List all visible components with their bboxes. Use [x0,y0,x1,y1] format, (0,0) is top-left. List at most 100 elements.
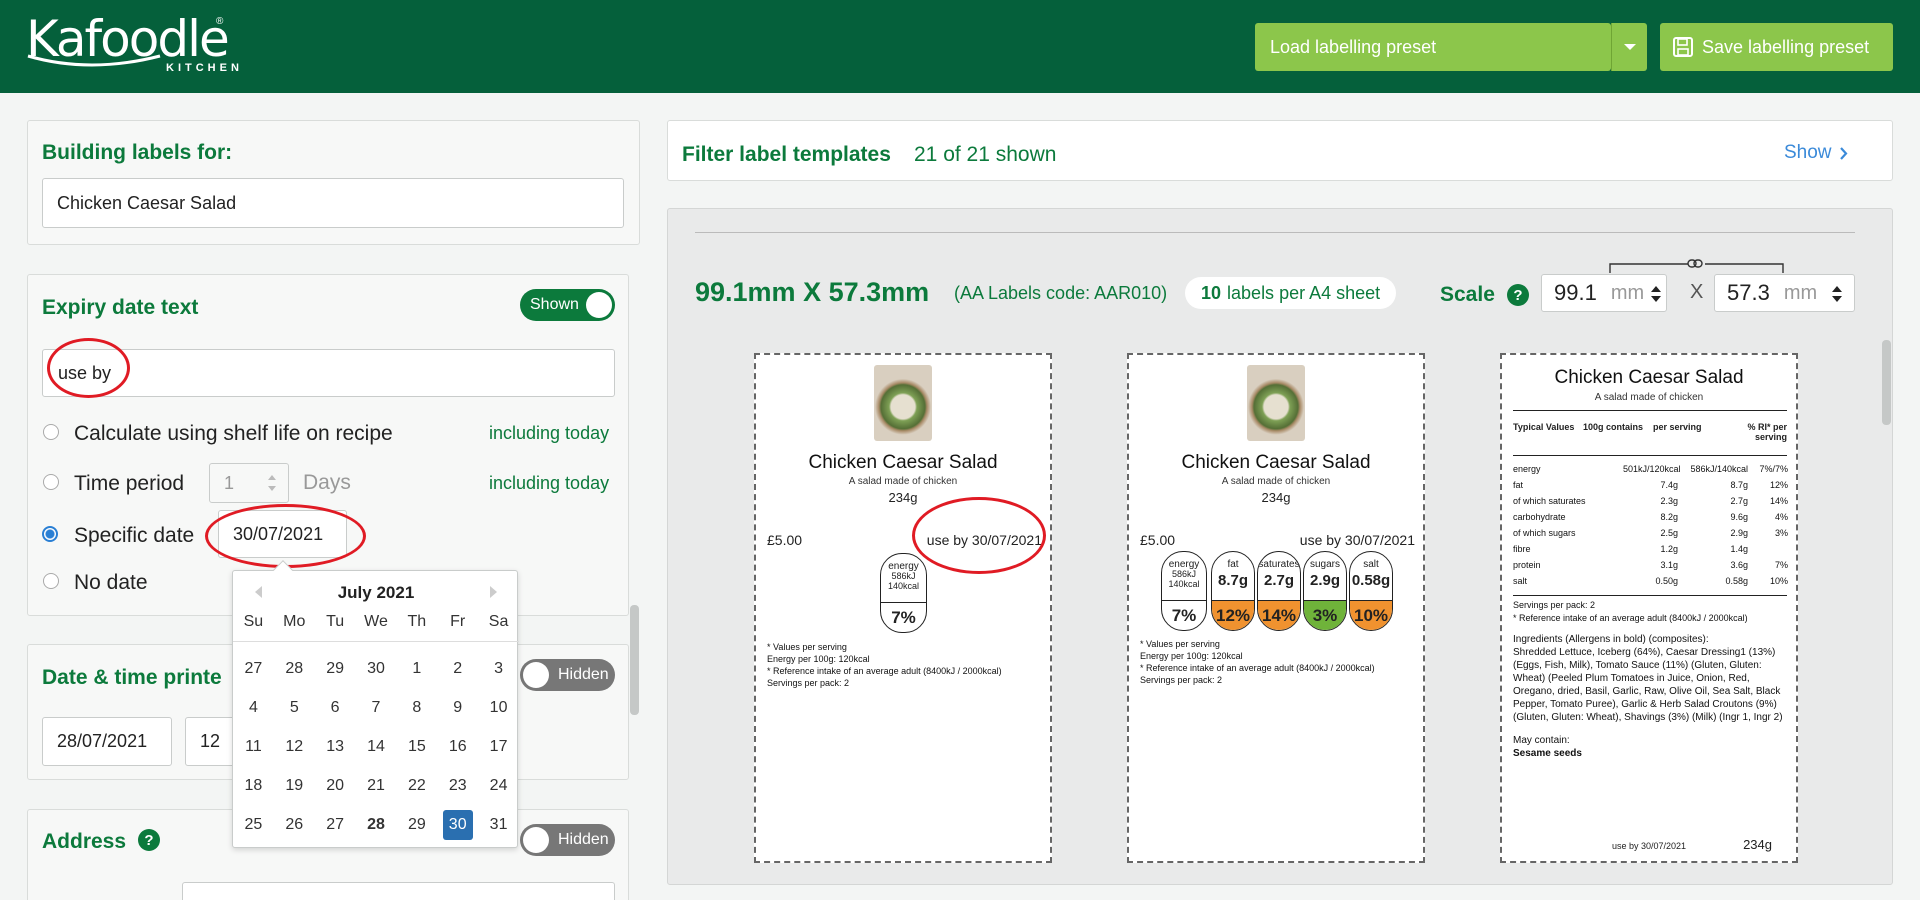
calendar-day[interactable]: 28 [356,805,397,844]
calendar-day-number: 11 [245,737,262,755]
label-template-2[interactable]: Chicken Caesar Salad A salad made of chi… [1127,353,1425,863]
radio-no-date[interactable] [43,573,59,589]
label-recipe-desc: A salad made of chicken [848,476,958,487]
calendar-day[interactable]: 9 [437,688,478,727]
calendar-day[interactable]: 29 [396,805,437,844]
calendar-day[interactable]: 3 [478,649,519,688]
calendar-day[interactable]: 8 [396,688,437,727]
help-icon[interactable]: ? [137,828,161,852]
datetime-title: Date & time printe [42,666,222,689]
next-month-icon[interactable] [489,585,499,599]
table-cell: protein [1513,560,1541,570]
radio-specific-date-label: Specific date [74,524,195,547]
scale-height-value: 57.3 [1727,280,1770,305]
table-cell: 7% [1774,560,1788,570]
save-preset-button[interactable]: Save labelling preset [1660,23,1893,71]
datetime-toggle[interactable]: Hidden [520,659,615,691]
calendar-day-number: 27 [326,815,345,833]
table-row: of which saturates 2.3g 2.7g 14% [1513,493,1788,509]
calendar-day[interactable]: 18 [233,766,274,805]
load-preset-dropdown[interactable] [1611,23,1647,71]
calendar-day[interactable]: 10 [478,688,519,727]
calendar-day[interactable]: 15 [396,727,437,766]
table-cell: 2.7g [1730,496,1748,506]
weekday-label: Tu [326,613,345,630]
calendar-day[interactable]: 16 [437,727,478,766]
label-use-by: use by 30/07/2021 [1612,841,1687,851]
calendar-day[interactable]: 11 [233,727,274,766]
table-cell: 501kJ/120kcal [1623,464,1681,474]
radio-time-period[interactable] [43,474,59,490]
calendar-day-number: 18 [244,776,263,794]
calendar-day[interactable]: 26 [274,805,315,844]
calendar-day[interactable]: 19 [274,766,315,805]
table-cell: 14% [1769,496,1788,506]
calendar-day[interactable]: 27 [315,805,356,844]
footnote: * Values per serving [1140,639,1220,649]
expiry-title: Expiry date text [42,296,199,319]
nutrition-table-head: Typical Values 100g contains per serving… [1513,422,1787,443]
calendar-day[interactable]: 31 [478,805,519,844]
scale-label: Scale [1440,283,1495,306]
calendar-day[interactable]: 30 [437,805,478,844]
load-preset-button[interactable]: Load labelling preset [1255,23,1611,71]
calendar-day[interactable]: 29 [315,649,356,688]
address-title: Address [42,830,127,853]
recipe-photo [874,365,932,441]
calendar-day-number: 27 [244,659,263,677]
printed-date-input[interactable]: 28/07/2021 [42,717,172,766]
radio-specific-date[interactable] [42,526,58,542]
stepper-icon[interactable] [1650,284,1662,304]
address-toggle[interactable]: Hidden [520,824,615,856]
calendar-day[interactable]: 6 [315,688,356,727]
calendar-day[interactable]: 28 [274,649,315,688]
calendar-day[interactable]: 17 [478,727,519,766]
svg-text:?: ? [1513,287,1522,304]
calendar-day[interactable]: 1 [396,649,437,688]
calendar-day[interactable]: 12 [274,727,315,766]
label-weight: 234g [1261,490,1291,505]
stepper-icon[interactable] [266,471,278,495]
scale-width-input[interactable]: 99.1 mm [1541,274,1667,312]
filter-show-link[interactable]: Show [1784,142,1848,164]
table-cell: 9.6g [1730,512,1748,522]
highlight-circle [205,504,366,568]
calendar-day[interactable]: 23 [437,766,478,805]
table-cell: 8.2g [1660,512,1678,522]
expiry-toggle[interactable]: Shown [520,289,615,321]
address-input[interactable] [182,882,615,900]
label-use-by: use by 30/07/2021 [1299,532,1415,548]
link-dimensions-icon[interactable] [1608,258,1785,274]
stepper-icon[interactable] [1831,284,1843,304]
filter-show-label: Show [1784,142,1832,163]
calendar-day[interactable]: 14 [356,727,397,766]
weekday-label: We [364,613,388,630]
help-icon[interactable]: ? [1506,283,1530,307]
calendar-day[interactable]: 25 [233,805,274,844]
calendar-day[interactable]: 2 [437,649,478,688]
calendar-day[interactable]: 30 [356,649,397,688]
calendar-day[interactable]: 21 [356,766,397,805]
label-template-3[interactable]: Chicken Caesar Salad A salad made of chi… [1500,353,1798,863]
label-template-1[interactable]: Chicken Caesar Salad A salad made of chi… [754,353,1052,863]
calendar-day[interactable]: 24 [478,766,519,805]
calendar-day[interactable]: 22 [396,766,437,805]
calendar-day[interactable]: 7 [356,688,397,727]
left-scrollbar[interactable] [630,605,639,715]
calendar-day[interactable]: 5 [274,688,315,727]
traffic-pill-value: 2.9g [1309,572,1340,589]
logo-swoosh-icon [27,54,161,67]
save-preset-label: Save labelling preset [1702,36,1870,57]
calendar-day-number: 3 [494,659,504,677]
calendar-month: July 2021 [337,583,415,602]
radio-shelf-life[interactable] [43,424,59,440]
recipe-name-field[interactable]: Chicken Caesar Salad [42,178,624,228]
expiry-toggle-label: Shown [530,296,579,313]
label-recipe-name: Chicken Caesar Salad [1554,367,1744,388]
calendar-day[interactable]: 20 [315,766,356,805]
calendar-day[interactable]: 4 [233,688,274,727]
calendar-day[interactable]: 13 [315,727,356,766]
calendar-day[interactable]: 27 [233,649,274,688]
preview-scrollbar[interactable] [1882,340,1891,425]
svg-text:?: ? [144,832,153,849]
